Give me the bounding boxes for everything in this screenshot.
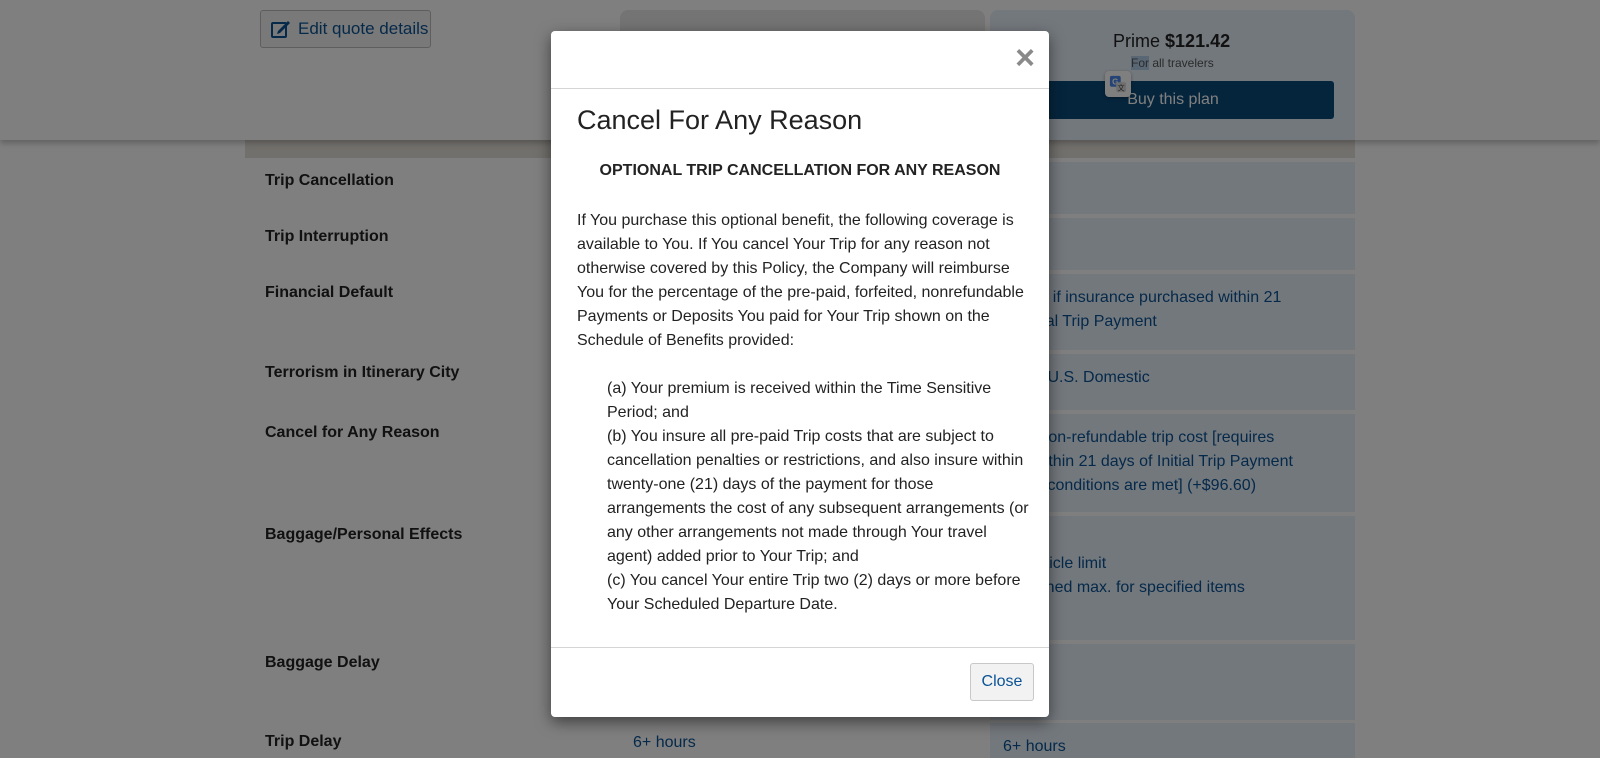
- modal-header: ×: [551, 31, 1049, 89]
- condition-item: (a) Your premium is received within the …: [607, 380, 992, 421]
- close-icon[interactable]: ×: [1015, 41, 1035, 75]
- modal-footer: Close: [551, 647, 1049, 717]
- close-button[interactable]: Close: [970, 663, 1034, 701]
- modal-title: Cancel For Any Reason: [577, 105, 863, 135]
- modal-conditions-list: (a) Your premium is received within the …: [607, 377, 1029, 617]
- condition-item: (b) You insure all pre-paid Trip costs t…: [607, 428, 1029, 565]
- condition-item: (c) You cancel Your entire Trip two (2) …: [607, 572, 1021, 613]
- modal-paragraph: If You purchase this optional benefit, t…: [577, 212, 1024, 349]
- modal-subtitle: OPTIONAL TRIP CANCELLATION FOR ANY REASO…: [599, 162, 1001, 179]
- cfar-modal: × Cancel For Any Reason OPTIONAL TRIP CA…: [551, 31, 1049, 717]
